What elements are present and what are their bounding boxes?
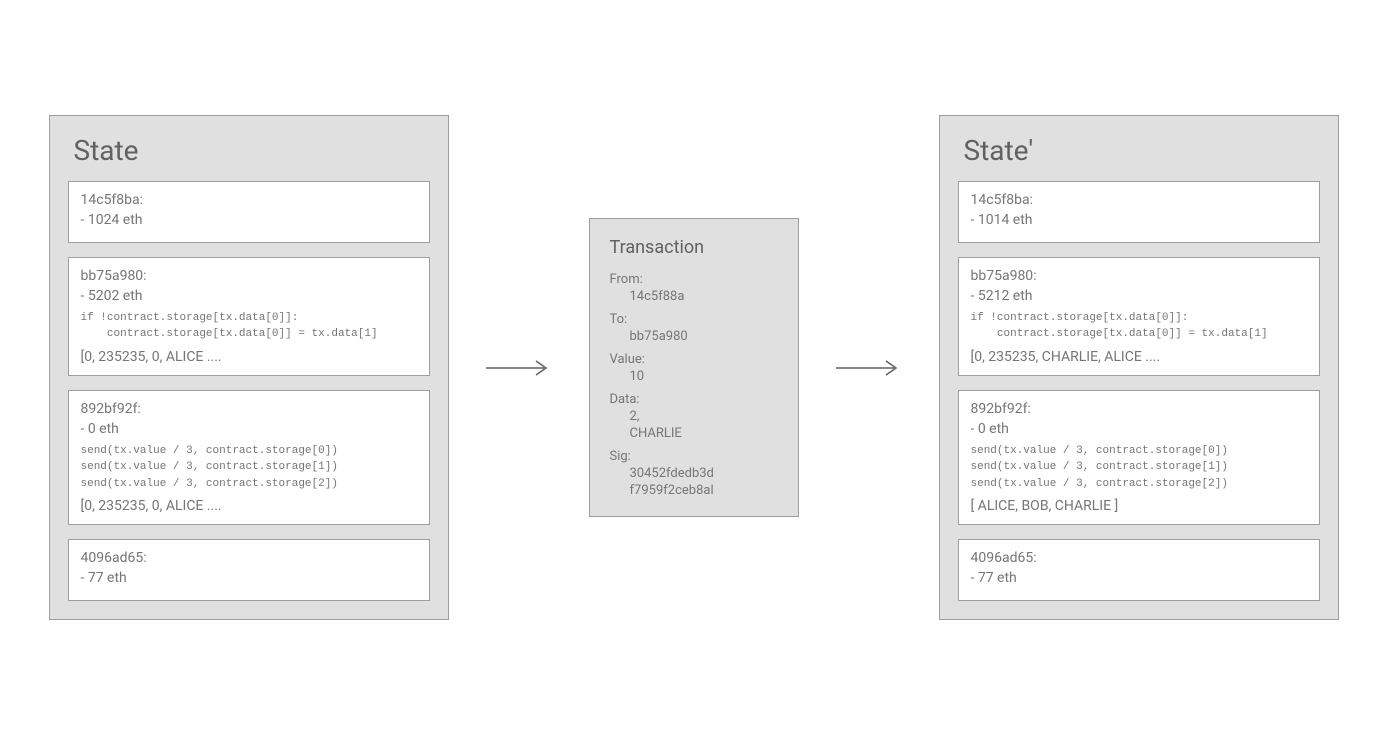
tx-to-label: To: [610,312,778,327]
account-code: if !contract.storage[tx.data[0]]: contra… [971,310,1307,343]
account-box: 14c5f8ba: - 1024 eth [68,181,430,243]
account-box: bb75a980: - 5202 eth if !contract.storag… [68,257,430,376]
tx-to-value: bb75a980 [610,329,778,344]
tx-from-value: 14c5f88a [610,289,778,304]
tx-data-label: Data: [610,392,778,407]
state-after-title: State' [958,134,1320,167]
account-balance: - 0 eth [81,421,417,437]
account-balance: - 1024 eth [81,212,417,228]
account-storage: [0, 235235, 0, ALICE .... [81,498,417,514]
account-storage: [0, 235235, CHARLIE, ALICE .... [971,349,1307,365]
state-before-title: State [68,134,430,167]
account-code: send(tx.value / 3, contract.storage[0]) … [971,443,1307,493]
account-box: 892bf92f: - 0 eth send(tx.value / 3, con… [958,390,1320,526]
arrow-container [479,358,559,378]
tx-from-label: From: [610,272,778,287]
account-box: 14c5f8ba: - 1014 eth [958,181,1320,243]
account-balance: - 5212 eth [971,288,1307,304]
account-address: 14c5f8ba: [971,192,1307,208]
account-address: 892bf92f: [971,401,1307,417]
account-balance: - 77 eth [971,570,1307,586]
account-storage: [ ALICE, BOB, CHARLIE ] [971,498,1307,514]
state-after-panel: State' 14c5f8ba: - 1014 eth bb75a980: - … [939,115,1339,621]
account-address: 4096ad65: [971,550,1307,566]
account-address: 14c5f8ba: [81,192,417,208]
account-balance: - 0 eth [971,421,1307,437]
account-address: 4096ad65: [81,550,417,566]
transaction-panel: Transaction From: 14c5f88a To: bb75a980 … [589,218,799,517]
state-before-panel: State 14c5f8ba: - 1024 eth bb75a980: - 5… [49,115,449,621]
account-balance: - 77 eth [81,570,417,586]
account-box: bb75a980: - 5212 eth if !contract.storag… [958,257,1320,376]
tx-data-value: 2, [610,409,778,424]
account-balance: - 1014 eth [971,212,1307,228]
tx-sig-label: Sig: [610,449,778,464]
transaction-title: Transaction [610,237,778,258]
tx-data-value: CHARLIE [610,426,778,441]
account-address: 892bf92f: [81,401,417,417]
tx-value-label: Value: [610,352,778,367]
account-box: 892bf92f: - 0 eth send(tx.value / 3, con… [68,390,430,526]
arrow-right-icon [834,358,904,378]
tx-value-value: 10 [610,369,778,384]
tx-sig-value: f7959f2ceb8al [610,483,778,498]
account-box: 4096ad65: - 77 eth [958,539,1320,601]
account-code: send(tx.value / 3, contract.storage[0]) … [81,443,417,493]
account-balance: - 5202 eth [81,288,417,304]
account-box: 4096ad65: - 77 eth [68,539,430,601]
arrow-container [829,358,909,378]
account-code: if !contract.storage[tx.data[0]]: contra… [81,310,417,343]
account-address: bb75a980: [81,268,417,284]
arrow-right-icon [484,358,554,378]
account-storage: [0, 235235, 0, ALICE .... [81,349,417,365]
account-address: bb75a980: [971,268,1307,284]
tx-sig-value: 30452fdedb3d [610,466,778,481]
